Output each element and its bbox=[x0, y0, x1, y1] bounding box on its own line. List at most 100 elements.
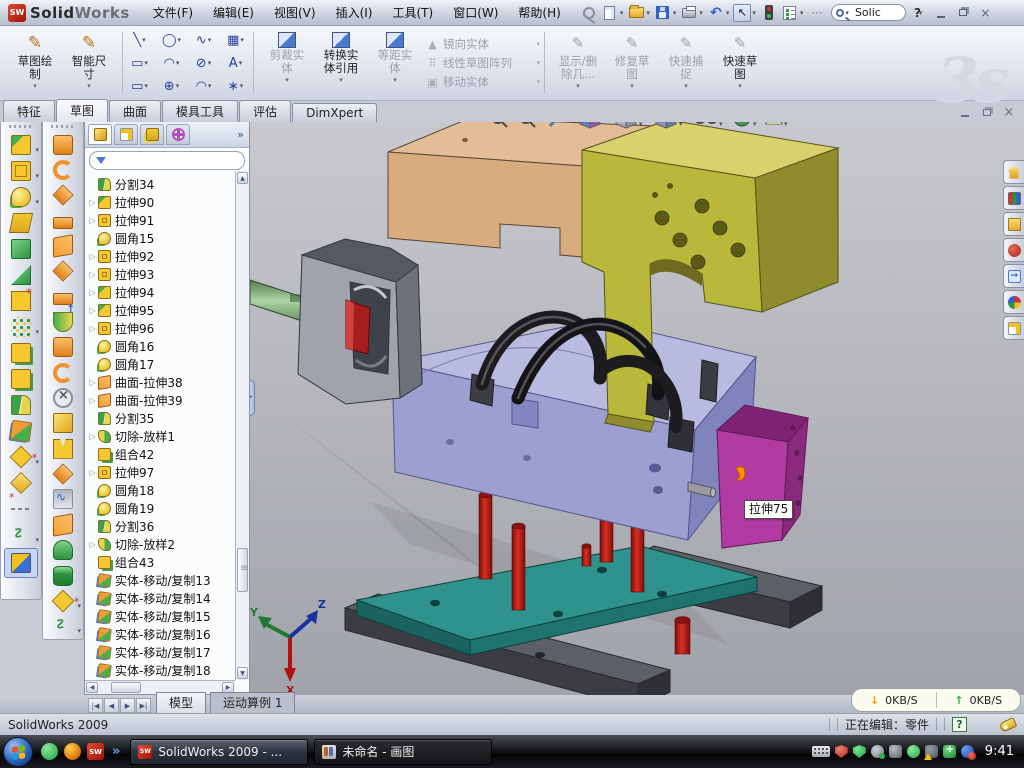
ribbon-button[interactable]: 等距实体 ▾ bbox=[368, 29, 422, 97]
tree-item[interactable]: ▷ 切除-放样1 bbox=[87, 427, 235, 445]
menu-item[interactable]: 视图(V) bbox=[265, 1, 325, 24]
toolbar-button[interactable]: ▾ bbox=[1, 262, 41, 288]
ribbon-button[interactable]: ✎ 草图绘制 ▾ bbox=[8, 29, 62, 97]
graphics-viewport[interactable]: X Y Z bbox=[250, 122, 1024, 695]
model-tab[interactable]: 运动算例 1 bbox=[210, 692, 295, 713]
menu-item[interactable]: 帮助(H) bbox=[509, 1, 569, 24]
toolbar-button[interactable]: ▾ bbox=[43, 588, 83, 613]
command-tab[interactable]: 曲面 bbox=[109, 100, 161, 122]
toolbar-button[interactable]: ▾ bbox=[43, 335, 83, 360]
sketch-entity-button[interactable]: ▭▾ bbox=[125, 52, 155, 75]
rebuild-button[interactable] bbox=[760, 4, 778, 22]
tree-item[interactable]: ▷ 拉伸91 bbox=[87, 211, 235, 229]
more-tools-icon[interactable]: ⋯ bbox=[807, 4, 825, 22]
toolbar-button[interactable]: ▾ bbox=[43, 309, 83, 334]
toolbar-button[interactable]: ▾ bbox=[1, 470, 41, 496]
toolbar-button[interactable]: ▾ bbox=[43, 487, 83, 512]
toolbar-button[interactable]: ▾ bbox=[1, 392, 41, 418]
search-input[interactable] bbox=[853, 5, 897, 20]
quick-tips-button[interactable]: ? bbox=[952, 717, 967, 732]
ribbon-button[interactable]: ✎ 快速捕捉 ▾ bbox=[659, 29, 713, 97]
toolbar-button[interactable]: ▾ bbox=[1, 496, 41, 522]
pin-icon[interactable] bbox=[580, 4, 598, 22]
tree-item[interactable]: ▷ 圆角15 bbox=[87, 229, 235, 247]
expand-arrow-icon[interactable]: ▷ bbox=[87, 252, 98, 261]
tray-network-icon[interactable] bbox=[907, 745, 920, 758]
toolbar-button[interactable]: ▾ bbox=[43, 233, 83, 258]
expand-arrow-icon[interactable]: ▷ bbox=[87, 468, 98, 477]
sketch-entity-button[interactable]: ▦▾ bbox=[221, 29, 251, 52]
ribbon-stack-button[interactable]: ▣ 移动实体 ▾ bbox=[426, 74, 542, 90]
tab-appearances[interactable] bbox=[1003, 290, 1024, 314]
tree-vertical-scrollbar[interactable]: ▲ ▼ bbox=[235, 171, 249, 680]
scroll-thumb[interactable] bbox=[237, 548, 248, 592]
ribbon-button[interactable]: ✎ 显示/删除几... ▾ bbox=[551, 29, 605, 97]
sketch-entity-button[interactable]: ╲▾ bbox=[125, 29, 155, 52]
toolbar-button[interactable]: ▾ bbox=[1, 314, 41, 340]
tree-item[interactable]: ▷ 实体-移动/复制14 bbox=[87, 589, 235, 607]
tree-item[interactable]: ▷ 圆角19 bbox=[87, 499, 235, 517]
expand-arrow-icon[interactable]: ▷ bbox=[87, 432, 98, 441]
doc-close-button[interactable]: × bbox=[1002, 106, 1016, 118]
toolbar-button[interactable]: ▾ bbox=[1, 366, 41, 392]
ribbon-button[interactable]: 剪裁实体 ▾ bbox=[260, 29, 314, 97]
ribbon-button[interactable]: ✎ 快速草图 ▾ bbox=[713, 29, 767, 97]
model-tab[interactable]: 模型 bbox=[156, 692, 206, 713]
scroll-left-arrow[interactable]: ◀ bbox=[86, 682, 98, 693]
ribbon-button[interactable]: 转换实体引用 ▾ bbox=[314, 29, 368, 97]
tab-search-results[interactable] bbox=[1003, 238, 1024, 262]
toolbar-button[interactable]: ▾ bbox=[43, 411, 83, 436]
toolbar-button[interactable]: ▾ bbox=[1, 158, 41, 184]
tree-item[interactable]: ▷ 切除-放样2 bbox=[87, 535, 235, 553]
tab-feature-tree[interactable] bbox=[88, 124, 112, 145]
zoom-area-icon[interactable] bbox=[520, 122, 535, 127]
tree-item[interactable]: ▷ 曲面-拉伸39 bbox=[87, 391, 235, 409]
expand-arrow-icon[interactable]: ▷ bbox=[87, 198, 98, 207]
toolbar-button[interactable]: ▾ bbox=[43, 360, 83, 385]
quicklaunch-app-icon[interactable] bbox=[64, 743, 81, 760]
tab-custom-properties[interactable] bbox=[1003, 316, 1024, 340]
save-button[interactable] bbox=[654, 4, 672, 22]
command-tab[interactable]: 评估 bbox=[239, 100, 291, 122]
tab-nav-button[interactable]: ◀ bbox=[104, 698, 119, 713]
command-tab[interactable]: 模具工具 bbox=[162, 100, 238, 122]
tray-warning-icon[interactable] bbox=[925, 745, 938, 758]
menu-item[interactable]: 窗口(W) bbox=[444, 1, 507, 24]
expand-arrow-icon[interactable]: ▷ bbox=[87, 270, 98, 279]
scroll-up-arrow[interactable]: ▲ bbox=[237, 172, 248, 184]
toolbar-button[interactable]: ▾ bbox=[43, 208, 83, 233]
panel-chevron[interactable]: » bbox=[237, 128, 246, 141]
toolbar-button[interactable]: ▾ bbox=[1, 184, 41, 210]
toolbar-button[interactable]: ▾ bbox=[43, 157, 83, 182]
expand-arrow-icon[interactable]: ▷ bbox=[87, 540, 98, 549]
sketch-entity-button[interactable]: ⊘▾ bbox=[189, 52, 219, 75]
minimize-button[interactable] bbox=[933, 6, 949, 20]
menu-item[interactable]: 文件(F) bbox=[144, 1, 202, 24]
section-view-icon[interactable] bbox=[580, 122, 600, 128]
start-button[interactable] bbox=[3, 737, 33, 767]
tab-dimxpert[interactable] bbox=[166, 124, 190, 145]
tab-configuration-manager[interactable] bbox=[140, 124, 164, 145]
taskbar-window-button[interactable]: 未命名 - 画图 bbox=[314, 739, 492, 765]
tree-item[interactable]: ▷ 组合43 bbox=[87, 553, 235, 571]
tree-item[interactable]: ▷ 拉伸96 bbox=[87, 319, 235, 337]
menu-item[interactable]: 工具(T) bbox=[383, 1, 442, 24]
expand-arrow-icon[interactable]: ▷ bbox=[87, 216, 98, 225]
sketch-entity-button[interactable]: ◠▾ bbox=[189, 75, 219, 98]
tray-sync-icon[interactable] bbox=[961, 745, 974, 758]
toolbar-button[interactable]: ▾ bbox=[1, 236, 41, 262]
tree-item[interactable]: ▷ 实体-移动/复制17 bbox=[87, 643, 235, 661]
tab-file-explorer[interactable] bbox=[1003, 212, 1024, 236]
tree-item[interactable]: ▷ 拉伸93 bbox=[87, 265, 235, 283]
toolbar-button[interactable]: ▾ bbox=[43, 563, 83, 588]
tree-item[interactable]: ▷ 拉伸95 bbox=[87, 301, 235, 319]
toolbar-button[interactable]: ▾ bbox=[43, 183, 83, 208]
tree-item[interactable]: ▷ 分割36 bbox=[87, 517, 235, 535]
new-file-button[interactable] bbox=[601, 4, 619, 22]
taskbar-window-button[interactable]: SW SolidWorks 2009 - ... bbox=[130, 739, 308, 765]
tab-property-manager[interactable] bbox=[114, 124, 138, 145]
apply-scene-icon[interactable]: ▾ bbox=[766, 122, 788, 128]
toolbar-button[interactable]: ▾ bbox=[1, 522, 41, 548]
tree-item[interactable]: ▷ 圆角16 bbox=[87, 337, 235, 355]
toolbar-button[interactable]: ▾ bbox=[43, 259, 83, 284]
